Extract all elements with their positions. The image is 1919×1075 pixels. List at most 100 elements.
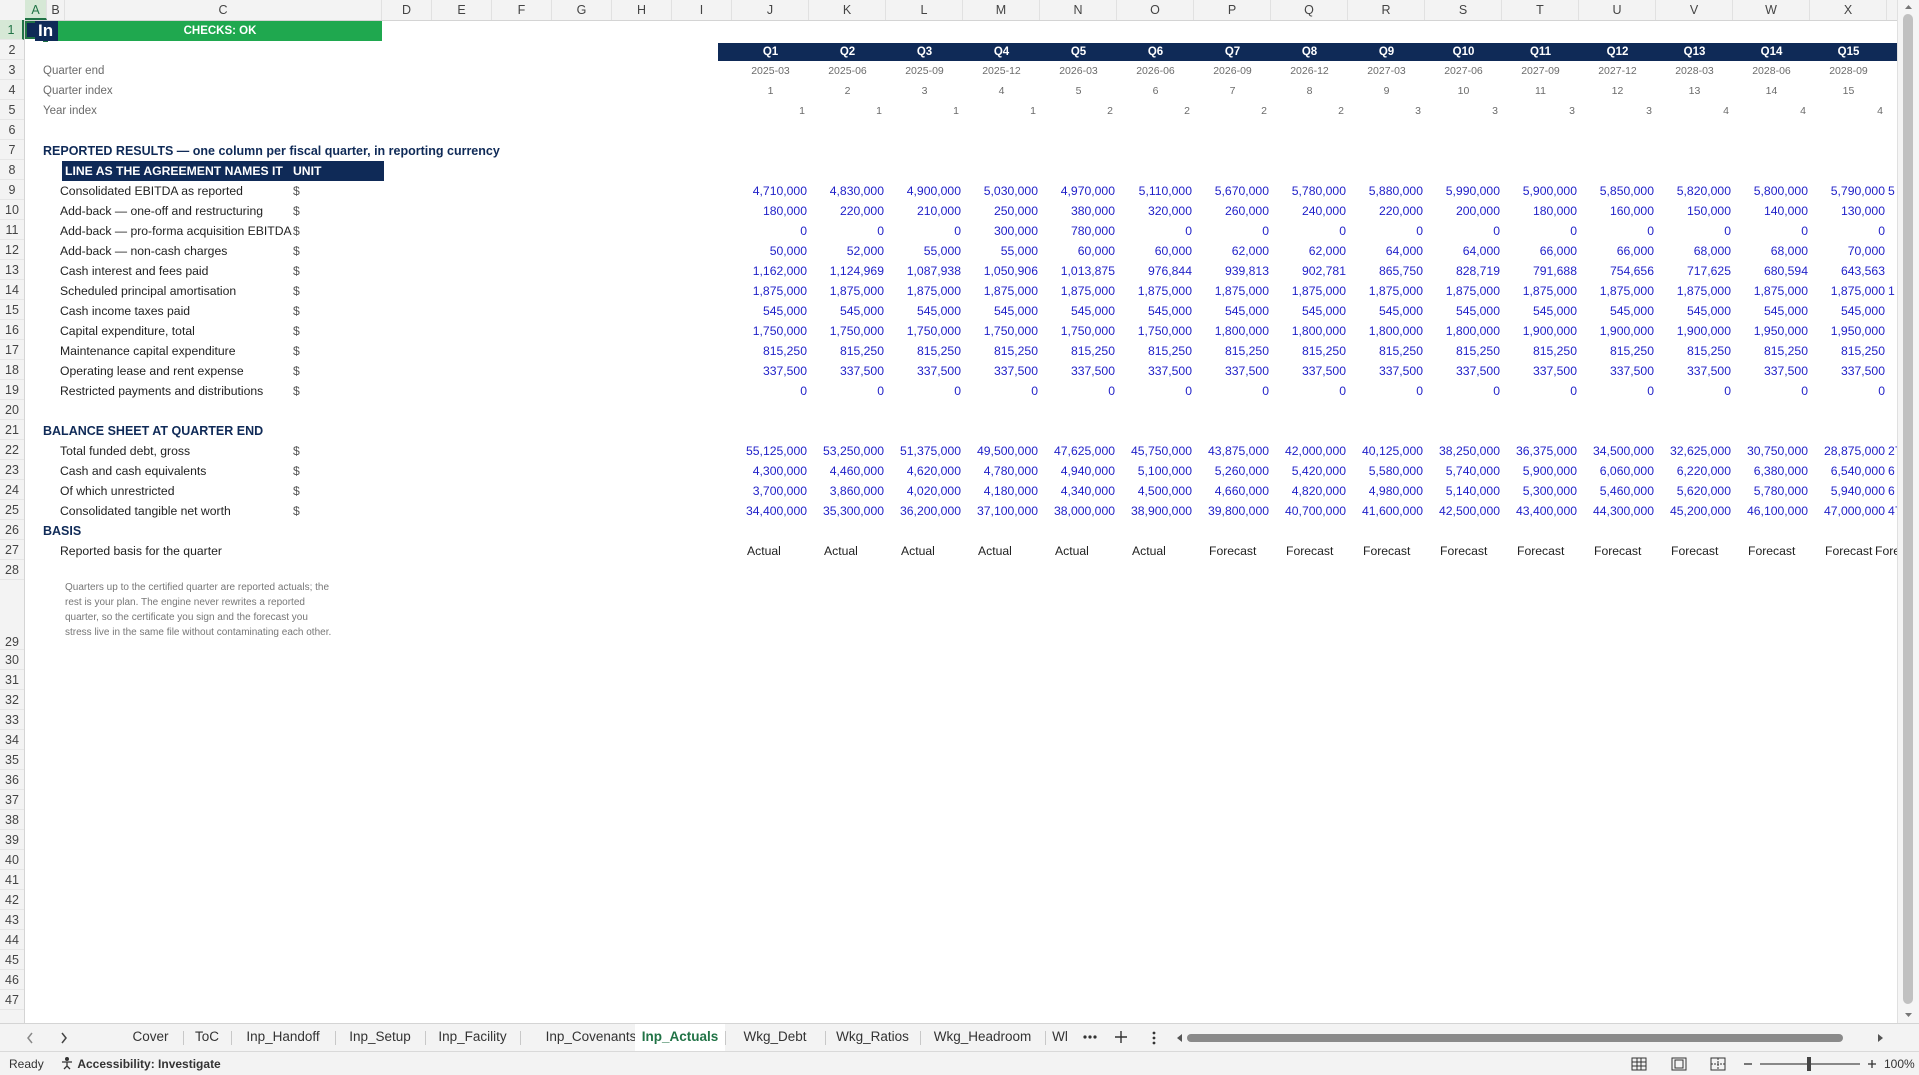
row-header-35[interactable]: 35	[0, 750, 24, 770]
row-header-2[interactable]: 2	[0, 40, 24, 60]
data-cell[interactable]: 1,013,875	[1040, 261, 1115, 281]
data-cell[interactable]: 4,020,000	[886, 481, 961, 501]
data-cell[interactable]: 0	[1502, 221, 1577, 241]
data-cell[interactable]: 545,000	[809, 301, 884, 321]
data-cell[interactable]: 5,990,000	[1425, 181, 1500, 201]
basis-value[interactable]: Actual	[824, 541, 901, 561]
column-header-d[interactable]: D	[382, 0, 432, 20]
data-cell[interactable]: 5,420,000	[1271, 461, 1346, 481]
row-header-19[interactable]: 19	[0, 380, 24, 400]
basis-value[interactable]: Actual	[901, 541, 978, 561]
data-cell[interactable]: 0	[732, 381, 807, 401]
data-cell[interactable]: 1,875,000	[1117, 281, 1192, 301]
horizontal-scrollbar[interactable]	[1175, 1032, 1885, 1044]
column-header-c[interactable]: C	[65, 0, 382, 20]
basis-value[interactable]: Forecast	[1286, 541, 1363, 561]
data-cell[interactable]: 43,875,000	[1194, 441, 1269, 461]
row-header-23[interactable]: 23	[0, 460, 24, 480]
data-cell[interactable]: 337,500	[963, 361, 1038, 381]
data-cell[interactable]: 4,780,000	[963, 461, 1038, 481]
data-cell[interactable]: 545,000	[1348, 301, 1423, 321]
basis-value[interactable]: Actual	[747, 541, 824, 561]
data-cell[interactable]: 815,250	[1810, 341, 1885, 361]
data-cell[interactable]: 1,900,000	[1502, 321, 1577, 341]
row-header-8[interactable]: 8	[0, 160, 24, 180]
normal-view-icon[interactable]	[1631, 1057, 1647, 1071]
data-cell[interactable]: 5,260,000	[1194, 461, 1269, 481]
basis-value[interactable]: Forecast	[1517, 541, 1594, 561]
row-header-13[interactable]: 13	[0, 260, 24, 280]
sheet-tab-cover[interactable]: Cover	[118, 1024, 183, 1052]
data-cell[interactable]: 62,000	[1194, 241, 1269, 261]
scroll-down-icon[interactable]	[1898, 1009, 1919, 1021]
data-cell[interactable]: 545,000	[1271, 301, 1346, 321]
data-cell[interactable]: 337,500	[1656, 361, 1731, 381]
data-cell[interactable]: 337,500	[1194, 361, 1269, 381]
row-header-24[interactable]: 24	[0, 480, 24, 500]
basis-value[interactable]: Forecast	[1209, 541, 1286, 561]
column-header-s[interactable]: S	[1425, 0, 1502, 20]
data-cell[interactable]: 337,500	[1117, 361, 1192, 381]
column-header-k[interactable]: K	[809, 0, 886, 20]
data-cell[interactable]: 0	[1579, 221, 1654, 241]
data-cell[interactable]: 1,875,000	[1040, 281, 1115, 301]
data-cell[interactable]: 5,670,000	[1194, 181, 1269, 201]
sheet-tab-wl[interactable]: Wl	[1045, 1024, 1075, 1052]
row-header-7[interactable]: 7	[0, 140, 24, 160]
data-cell[interactable]: 680,594	[1733, 261, 1808, 281]
worksheet-grid[interactable]: In CHECKS: OK Q1 Q2 Q3 Q4 Q5 Q6 Q7 Q8 Q9 Q10 Q11 Q12 Q…	[25, 21, 1898, 1023]
data-cell[interactable]: 815,250	[732, 341, 807, 361]
data-cell[interactable]: 643,563	[1810, 261, 1885, 281]
data-cell[interactable]: 5,880,000	[1348, 181, 1423, 201]
row-header-3[interactable]: 3	[0, 60, 24, 80]
data-cell[interactable]: 5,780,000	[1733, 481, 1808, 501]
data-cell[interactable]: 1,900,000	[1579, 321, 1654, 341]
data-cell[interactable]: 45,200,000	[1656, 501, 1731, 521]
column-header-t[interactable]: T	[1502, 0, 1579, 20]
data-cell[interactable]: 70,000	[1810, 241, 1885, 261]
row-header-12[interactable]: 12	[0, 240, 24, 260]
data-cell[interactable]: 1,875,000	[1348, 281, 1423, 301]
data-cell[interactable]: 1,950,000	[1810, 321, 1885, 341]
data-cell[interactable]: 38,900,000	[1117, 501, 1192, 521]
sheet-tab-inp-actuals[interactable]: Inp_Actuals	[635, 1024, 725, 1054]
row-header-9[interactable]: 9	[0, 180, 24, 200]
data-cell[interactable]: 0	[1579, 381, 1654, 401]
data-cell[interactable]: 939,813	[1194, 261, 1269, 281]
data-cell[interactable]: 0	[1425, 381, 1500, 401]
data-cell[interactable]: 6,540,000	[1810, 461, 1885, 481]
data-cell[interactable]: 902,781	[1271, 261, 1346, 281]
data-cell[interactable]: 0	[1117, 221, 1192, 241]
column-header-o[interactable]: O	[1117, 0, 1194, 20]
data-cell[interactable]: 0	[1271, 381, 1346, 401]
sheet-tab-inp-facility[interactable]: Inp_Facility	[425, 1024, 520, 1052]
data-cell[interactable]: 5,900,000	[1502, 461, 1577, 481]
data-cell[interactable]: 5,940,000	[1810, 481, 1885, 501]
data-cell[interactable]: 38,000,000	[1040, 501, 1115, 521]
data-cell[interactable]: 55,000	[886, 241, 961, 261]
row-header-38[interactable]: 38	[0, 810, 24, 830]
row-header-5[interactable]: 5	[0, 100, 24, 120]
data-cell[interactable]: 180,000	[1502, 201, 1577, 221]
data-cell[interactable]: 1,875,000	[963, 281, 1038, 301]
data-cell[interactable]: 66,000	[1502, 241, 1577, 261]
data-cell[interactable]: 0	[1656, 221, 1731, 241]
row-header-39[interactable]: 39	[0, 830, 24, 850]
row-header-30[interactable]: 30	[0, 650, 24, 670]
row-header-21[interactable]: 21	[0, 420, 24, 440]
data-cell[interactable]: 545,000	[963, 301, 1038, 321]
data-cell[interactable]: 1,875,000	[1271, 281, 1346, 301]
column-header-l[interactable]: L	[886, 0, 963, 20]
data-cell[interactable]: 34,400,000	[732, 501, 807, 521]
data-cell[interactable]: 210,000	[886, 201, 961, 221]
data-cell[interactable]: 51,375,000	[886, 441, 961, 461]
data-cell[interactable]: 0	[1810, 221, 1885, 241]
column-header-q[interactable]: Q	[1271, 0, 1348, 20]
data-cell[interactable]: 320,000	[1117, 201, 1192, 221]
data-cell[interactable]: 5,820,000	[1656, 181, 1731, 201]
data-cell[interactable]: 35,300,000	[809, 501, 884, 521]
data-cell[interactable]: 545,000	[1656, 301, 1731, 321]
more-sheets-icon[interactable]	[1080, 1024, 1100, 1052]
data-cell[interactable]: 4,830,000	[809, 181, 884, 201]
row-header-42[interactable]: 42	[0, 890, 24, 910]
